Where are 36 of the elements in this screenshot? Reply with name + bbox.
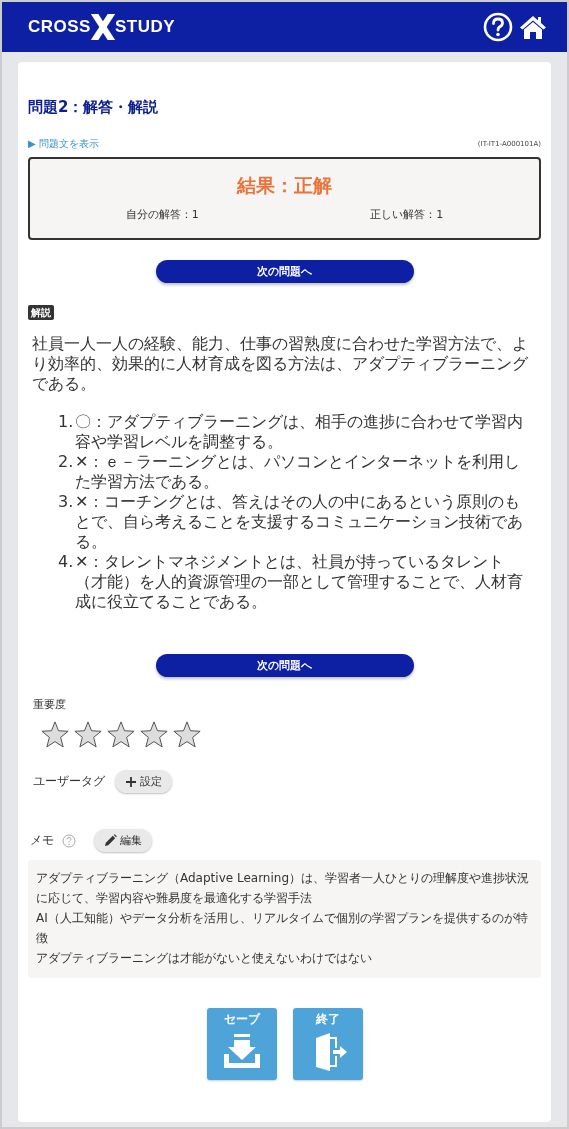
next-question-button[interactable]: 次の問題へ	[155, 654, 414, 677]
memo-text: アダプティブラーニングは才能がないと使えないわけではない	[36, 950, 373, 967]
logo-text: CROSS	[28, 17, 91, 37]
edit-memo-button[interactable]: 編集	[94, 829, 152, 852]
choice-number: 2.	[58, 452, 75, 473]
memo-text: アダプティブラーニング（Adaptive Learning）は、学習者一人ひとりの理解度や進捗状況に応じて、学習内容や難易度を最適化する学習手法	[36, 870, 531, 907]
choice-number: 3.	[58, 492, 75, 513]
my-answer: 自分の解答：1	[125, 207, 199, 222]
logo-cross-icon	[88, 13, 117, 41]
choice-text: ✕：ｅ－ラーニングとは、パソコンとインターネットを利用した学習方法である。	[75, 452, 522, 492]
importance-label: 重要度	[33, 697, 67, 712]
choice-number: 4.	[58, 552, 75, 573]
choice-number: 1.	[58, 412, 75, 433]
next-question-button[interactable]: 次の問題へ	[155, 260, 414, 283]
star-icon[interactable]	[73, 720, 103, 750]
set-tag-button[interactable]: 設定	[115, 770, 172, 793]
star-icon[interactable]	[172, 720, 202, 750]
memo-label: メモ	[30, 832, 54, 849]
show-question-link[interactable]: ▶ 問題文を表示	[28, 137, 99, 151]
choice-text: 〇：アダプティブラーニングは、相手の進捗に合わせて学習内容や学習レベルを調整する。	[75, 412, 524, 452]
choice-text: ✕：コーチングとは、答えはその人の中にあるという原則のもとで、自ら考えることを支援するコミュニケーション技術である。	[75, 492, 524, 552]
star-icon[interactable]	[139, 720, 169, 750]
pencil-icon	[104, 834, 117, 847]
result-heading: 結果：正解	[235, 173, 333, 198]
star-icon[interactable]	[40, 720, 70, 750]
explanation-text: 社員一人一人の経験、能力、仕事の習熟度に合わせた学習方法で、より効率的、効果的に人材育成を図る方法は、アダプティブラーニングである。	[32, 334, 529, 394]
plus-icon	[125, 775, 137, 788]
page-title: 問題2：解答・解説	[28, 98, 160, 117]
home-icon[interactable]	[519, 13, 547, 41]
logo-text: STUDY	[114, 17, 176, 37]
explanation-badge: 解説	[28, 305, 54, 320]
user-tag-label: ユーザータグ	[33, 773, 105, 790]
choice-text: ✕：タレントマネジメントとは、社員が持っているタレント（才能）を人的資源管理の一部として管理することで、人材育成に役立てることである。	[75, 552, 524, 612]
memo-text: AI（人工知能）やデータ分析を活用し、リアルタイムで個別の学習プランを提供するのが特徴	[36, 910, 529, 947]
correct-answer: 正しい解答：1	[370, 207, 444, 222]
star-icon[interactable]	[106, 720, 136, 750]
